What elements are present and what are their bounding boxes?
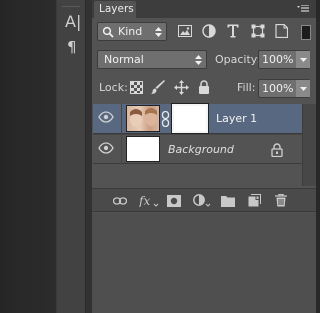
paragraph-tool-icon[interactable]: ¶ [63,38,83,58]
layer-name-background[interactable]: Background [168,136,234,164]
panel-menu-icon[interactable] [293,2,313,16]
fx-icon[interactable]: fx [138,193,160,208]
layer-mask-thumbnail[interactable] [171,103,209,134]
lock-transparent-icon[interactable] [130,81,143,94]
visibility-eye-icon[interactable] [98,111,118,127]
delete-layer-icon[interactable] [273,193,289,208]
text-tool-glyph: A| [65,12,82,31]
opacity-field[interactable]: 100% [258,50,310,69]
paragraph-glyph: ¶ [67,38,77,56]
blend-mode-select[interactable]: Normal [97,50,207,69]
panel-empty-area [92,213,316,313]
new-layer-icon[interactable] [246,193,262,208]
row-divider [121,134,122,164]
kind-filter-select[interactable]: Kind [97,22,167,41]
blend-mode-value: Normal [104,53,144,66]
lock-pixels-brush-icon[interactable] [151,80,166,95]
kind-label: Kind [118,25,143,38]
filter-icons [175,22,293,41]
adjustment-filter-icon[interactable] [202,24,216,38]
add-mask-icon[interactable] [166,193,182,208]
svg-text:fx: fx [139,194,150,207]
new-group-icon[interactable] [220,193,236,208]
type-filter-icon[interactable] [227,24,239,38]
layer-name-layer-1[interactable]: Layer 1 [216,104,257,134]
adjustment-layer-icon[interactable] [192,193,212,208]
fill-label: Fill: [237,81,256,94]
opacity-value: 100% [262,53,294,66]
row-divider [121,104,122,134]
fill-field[interactable]: 100% [258,79,310,98]
filter-toggle-knob [301,25,311,40]
link-layers-icon[interactable] [112,193,128,208]
lock-label: Lock: [99,81,128,94]
layers-scrollbar[interactable] [302,104,316,186]
left-edge [0,0,56,313]
pixel-layer-filter-icon[interactable] [178,25,192,37]
chevron-down-icon[interactable] [296,51,310,68]
tools-separator [62,6,80,7]
mask-link-icon[interactable] [161,111,170,127]
layer-thumbnail-photo[interactable] [126,105,160,132]
text-tool-icon[interactable]: A| [63,10,83,32]
updown-arrows-icon [154,26,163,38]
smart-object-filter-icon[interactable] [275,24,288,38]
chevron-down-icon[interactable] [296,80,310,97]
lock-icon [271,143,283,157]
search-icon [102,26,114,38]
shape-filter-icon[interactable] [251,24,265,38]
tab-layers[interactable]: Layers [94,1,136,18]
opacity-label: Opacity: [215,53,261,66]
updown-arrows-icon [194,54,203,66]
filter-toggle[interactable] [300,22,311,41]
fill-value: 100% [262,82,294,95]
lock-all-icon[interactable] [198,80,210,94]
visibility-eye-icon[interactable] [98,142,118,158]
background-thumbnail[interactable] [126,136,160,162]
lock-position-move-icon[interactable] [174,80,189,95]
